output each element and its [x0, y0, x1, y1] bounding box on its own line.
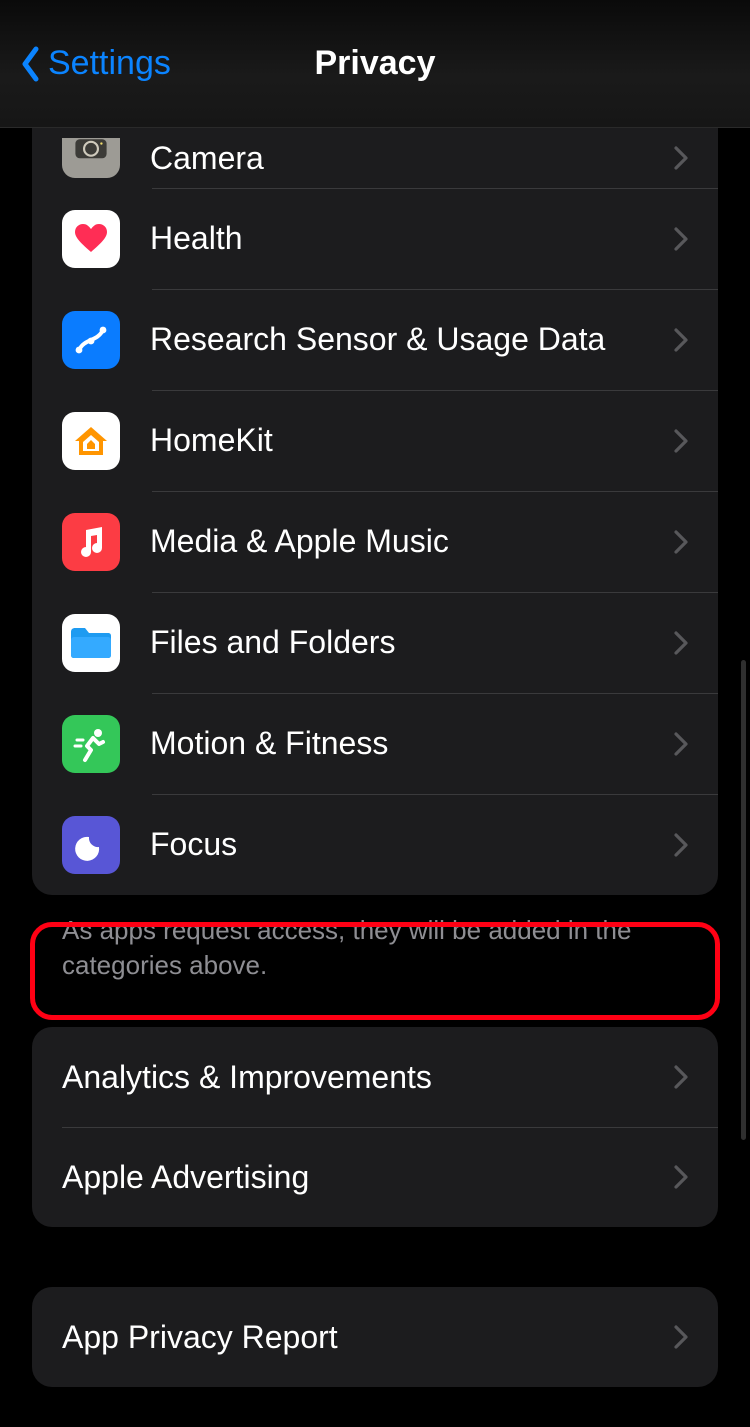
scrollbar[interactable] [741, 660, 746, 1140]
row-camera[interactable]: Camera [32, 128, 718, 188]
row-label: Research Sensor & Usage Data [150, 321, 674, 358]
row-label: App Privacy Report [62, 1319, 674, 1356]
row-label: Apple Advertising [62, 1159, 674, 1196]
chevron-right-icon [674, 631, 688, 655]
row-motion-fitness[interactable]: Motion & Fitness [32, 693, 718, 794]
row-label: HomeKit [150, 422, 674, 459]
row-research[interactable]: Research Sensor & Usage Data [32, 289, 718, 390]
row-label: Files and Folders [150, 624, 674, 661]
group-footer-text: As apps request access, they will be add… [32, 895, 718, 1027]
focus-icon [62, 816, 120, 874]
camera-icon [62, 138, 120, 178]
row-health[interactable]: Health [32, 188, 718, 289]
chevron-right-icon [674, 429, 688, 453]
chevron-right-icon [674, 732, 688, 756]
nav-bar: Settings Privacy [0, 0, 750, 128]
row-apple-advertising[interactable]: Apple Advertising [32, 1127, 718, 1227]
chevron-right-icon [674, 1325, 688, 1349]
back-button[interactable]: Settings [20, 44, 171, 83]
music-icon [62, 513, 120, 571]
chevron-right-icon [674, 146, 688, 170]
chevron-right-icon [674, 328, 688, 352]
row-app-privacy-report[interactable]: App Privacy Report [32, 1287, 718, 1387]
research-icon [62, 311, 120, 369]
chevron-right-icon [674, 833, 688, 857]
row-label: Focus [150, 826, 674, 863]
analytics-group: Analytics & Improvements Apple Advertisi… [32, 1027, 718, 1227]
row-files-folders[interactable]: Files and Folders [32, 592, 718, 693]
row-analytics-improvements[interactable]: Analytics & Improvements [32, 1027, 718, 1127]
row-label: Analytics & Improvements [62, 1059, 674, 1096]
chevron-right-icon [674, 1165, 688, 1189]
privacy-report-group: App Privacy Report [32, 1287, 718, 1387]
row-label: Motion & Fitness [150, 725, 674, 762]
page-title: Privacy [315, 44, 436, 83]
chevron-left-icon [20, 46, 42, 82]
privacy-categories-group: Camera Health Research Sensor & Usage Da… [32, 128, 718, 895]
chevron-right-icon [674, 227, 688, 251]
chevron-right-icon [674, 530, 688, 554]
row-media-apple-music[interactable]: Media & Apple Music [32, 491, 718, 592]
row-focus[interactable]: Focus [32, 794, 718, 895]
homekit-icon [62, 412, 120, 470]
row-label: Media & Apple Music [150, 523, 674, 560]
row-homekit[interactable]: HomeKit [32, 390, 718, 491]
back-label: Settings [48, 44, 171, 83]
chevron-right-icon [674, 1065, 688, 1089]
health-icon [62, 210, 120, 268]
motion-icon [62, 715, 120, 773]
row-label: Health [150, 220, 674, 257]
row-label: Camera [150, 140, 674, 177]
files-icon [62, 614, 120, 672]
